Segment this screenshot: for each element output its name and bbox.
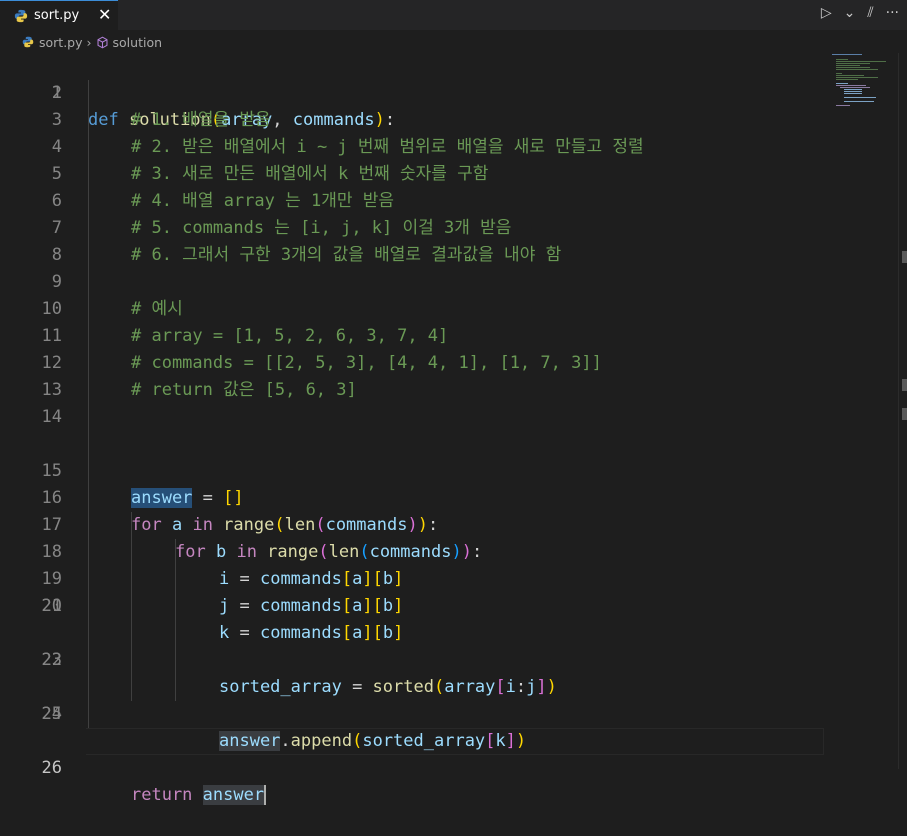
- minimap-line: [836, 63, 870, 64]
- code-line: 7 # 5. commands 는 [i, j, k] 이걸 3개 받음: [0, 215, 824, 242]
- code-line: 11 # array = [1, 5, 2, 6, 3, 7, 4]: [0, 323, 824, 350]
- minimap-line: [836, 105, 850, 106]
- python-file-icon: [22, 36, 34, 48]
- minimap-line: [836, 67, 870, 68]
- comment: # 3. 새로 만든 배열에서 k 번째 숫자를 구함: [131, 164, 489, 184]
- minimap[interactable]: [828, 53, 898, 133]
- token-keyword: return: [131, 785, 193, 805]
- code-line: 9: [0, 269, 824, 296]
- code-line: 1 def solution(array, commands):: [0, 53, 824, 130]
- minimap-line: [836, 73, 842, 74]
- code-line: 19 j = commands[a][b]: [0, 539, 824, 616]
- tab-label: sort.py: [34, 8, 80, 23]
- line-number: 2: [51, 83, 62, 103]
- breadcrumb: sort.py › solution: [0, 31, 907, 53]
- line-number: 7: [51, 218, 62, 238]
- breadcrumb-separator: ›: [86, 34, 92, 50]
- minimap-line: [836, 79, 858, 80]
- text-cursor: [264, 785, 267, 805]
- comment: # 예시: [131, 299, 183, 319]
- line-number: 8: [51, 245, 62, 265]
- line-number: 5: [51, 164, 62, 184]
- code-line: 15 answer = []: [0, 431, 824, 508]
- code-line: 8 # 6. 그래서 구한 3개의 값을 배열로 결과값을 내야 함: [0, 242, 824, 269]
- code-line: 6 # 4. 배열 array 는 1개만 받음: [0, 188, 824, 215]
- line-number: 9: [51, 272, 62, 292]
- scrollbar-marker: [902, 251, 907, 263]
- code-line: 10 # 예시: [0, 296, 824, 323]
- code-line: 22 sorted_array = sorted(array[i:j]): [0, 620, 824, 697]
- minimap-line: [836, 65, 860, 66]
- minimap-line: [836, 77, 878, 78]
- minimap-line: [844, 101, 874, 102]
- line-number: 4: [51, 137, 62, 157]
- line-number: 11: [41, 326, 62, 346]
- comment: # 1. 배열을 받음: [131, 110, 271, 130]
- line-number: 10: [41, 299, 62, 319]
- chevron-down-icon[interactable]: ⌄: [844, 5, 856, 21]
- code-line: 16 for a in range(len(commands)):: [0, 458, 824, 535]
- comment: # return 값은 [5, 6, 3]: [131, 380, 357, 400]
- more-actions-icon[interactable]: ···: [886, 5, 899, 21]
- scrollbar-marker: [902, 408, 907, 420]
- line-number: 6: [51, 191, 62, 211]
- minimap-line: [844, 91, 862, 92]
- comment: # 5. commands 는 [i, j, k] 이걸 3개 받음: [131, 218, 512, 238]
- comment: # 6. 그래서 구한 3개의 값을 배열로 결과값을 내야 함: [131, 245, 562, 265]
- minimap-line: [836, 59, 848, 60]
- line-number: 13: [41, 380, 62, 400]
- code-line: 18 i = commands[a][b]: [0, 512, 824, 589]
- python-file-icon: [14, 9, 28, 22]
- split-editor-icon[interactable]: ⫽: [867, 5, 873, 21]
- comment: # array = [1, 5, 2, 6, 3, 7, 4]: [131, 326, 449, 346]
- tab-sort-py[interactable]: sort.py ✕: [0, 0, 118, 30]
- symbol-method-icon: [97, 36, 108, 48]
- run-icon[interactable]: ▷: [821, 5, 832, 21]
- comment: # commands = [[2, 5, 3], [4, 4, 1], [1, …: [131, 353, 602, 373]
- minimap-line: [836, 61, 886, 62]
- minimap-line: [844, 97, 876, 98]
- code-line: 2: [0, 80, 824, 107]
- minimap-line: [836, 83, 848, 84]
- scrollbar-marker: [902, 379, 907, 391]
- code-line: 14: [0, 404, 824, 431]
- tab-bar: sort.py ✕ ▷ ⌄ ⫽ ···: [0, 0, 907, 31]
- comment: # 4. 배열 array 는 1개만 받음: [131, 191, 395, 211]
- line-number: 12: [41, 353, 62, 373]
- code-line: 4 # 2. 받은 배열에서 i ~ j 번째 범위로 배열을 새로 만들고 정렬: [0, 134, 824, 161]
- close-tab-icon[interactable]: ✕: [98, 5, 111, 24]
- code-line: 13 # return 값은 [5, 6, 3]: [0, 377, 824, 404]
- code-line: 3 # 1. 배열을 받음: [0, 107, 824, 134]
- breadcrumb-file[interactable]: sort.py: [39, 35, 83, 50]
- code-line: 21: [0, 593, 824, 620]
- minimap-line: [836, 85, 866, 86]
- breadcrumb-symbol[interactable]: solution: [113, 35, 163, 50]
- minimap-line: [840, 87, 870, 88]
- line-number: 25: [41, 704, 62, 724]
- line-number: 21: [41, 596, 62, 616]
- minimap-line: [832, 54, 862, 55]
- minimap-line: [844, 89, 862, 90]
- minimap-line: [836, 69, 878, 70]
- minimap-line: [844, 93, 862, 94]
- code-line: 5 # 3. 새로 만든 배열에서 k 번째 숫자를 구함: [0, 161, 824, 188]
- minimap-line: [836, 75, 864, 76]
- line-number: 14: [41, 407, 62, 427]
- vertical-scrollbar[interactable]: [898, 53, 907, 769]
- code-line: 20 k = commands[a][b]: [0, 566, 824, 643]
- code-editor[interactable]: 1 def solution(array, commands): 2 3 # 1.…: [0, 53, 824, 805]
- code-line: 24 answer.append(sorted_array[k]): [0, 674, 824, 751]
- editor-actions: ▷ ⌄ ⫽ ···: [821, 5, 899, 21]
- code-line: 17 for b in range(len(commands)):: [0, 485, 824, 562]
- token-variable-highlighted: answer: [202, 785, 265, 805]
- line-number: 23: [41, 650, 62, 670]
- comment: # 2. 받은 배열에서 i ~ j 번째 범위로 배열을 새로 만들고 정렬: [131, 137, 644, 157]
- code-line: 23: [0, 647, 824, 674]
- line-number: 3: [51, 110, 62, 130]
- code-line: 26 return answer: [0, 728, 824, 805]
- code-line: 25: [0, 701, 824, 728]
- code-line: 12 # commands = [[2, 5, 3], [4, 4, 1], [1…: [0, 350, 824, 377]
